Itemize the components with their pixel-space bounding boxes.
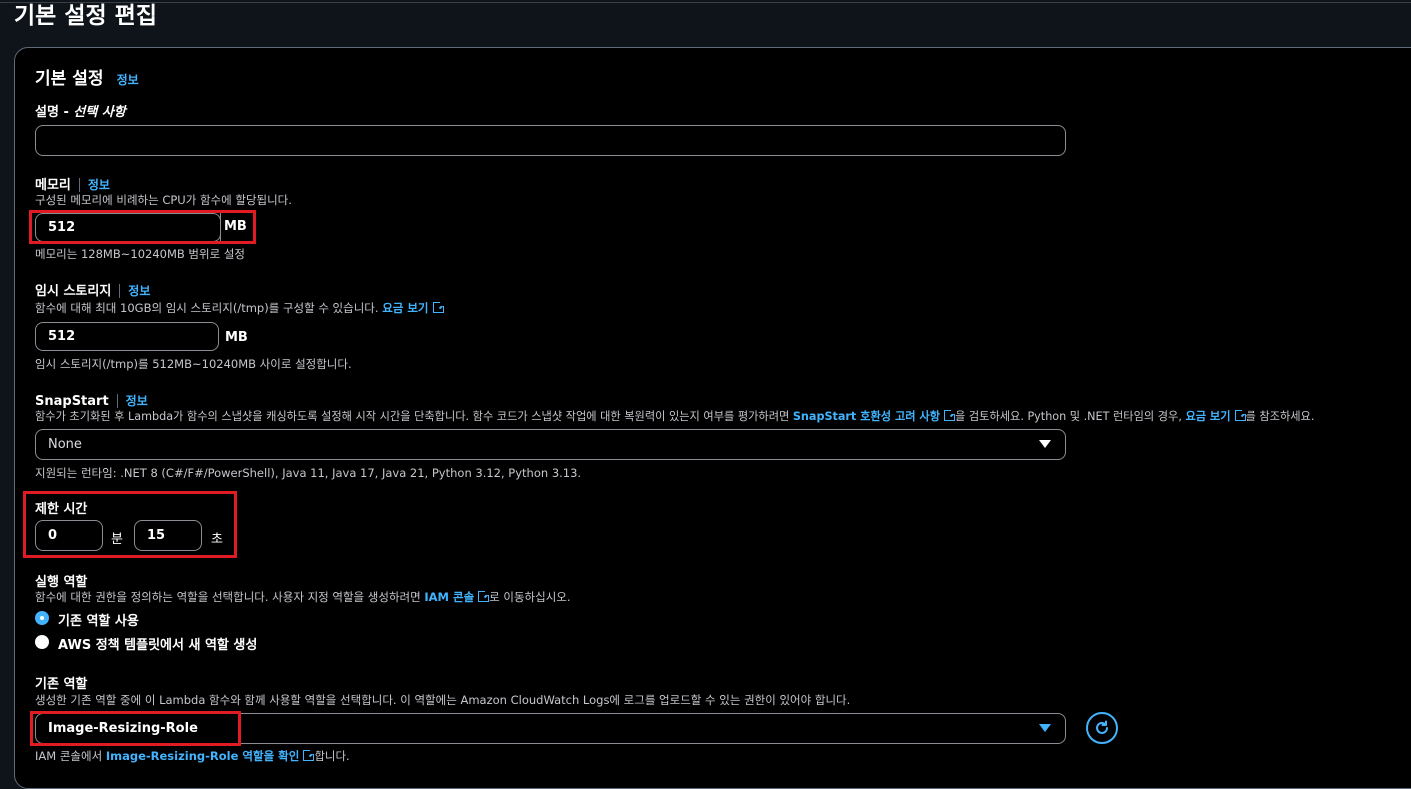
ephemeral-label: 임시 스토리지 [35, 284, 112, 299]
existing-role-hint: IAM 콘솔에서 Image-Resizing-Role 역할을 확인 합니다. [35, 748, 350, 763]
execution-role-label: 실행 역할 [35, 575, 88, 590]
external-link-icon [432, 300, 446, 313]
radio-create-from-template[interactable] [35, 635, 49, 649]
radio-create-from-template-label[interactable]: AWS 정책 템플릿에서 새 역할 생성 [58, 634, 257, 653]
external-link-icon [478, 589, 492, 602]
memory-highlight [29, 210, 256, 244]
ephemeral-description: 함수에 대해 최대 10GB의 임시 스토리지(/tmp)를 구성할 수 있습니… [35, 300, 446, 316]
radio-use-existing-role[interactable] [35, 611, 49, 625]
refresh-roles-button[interactable] [1086, 712, 1118, 744]
existing-role-label: 기존 역할 [35, 677, 88, 692]
snapstart-compat-link[interactable]: SnapStart 호환성 고려 사항 [793, 410, 940, 423]
external-link-icon [1234, 408, 1248, 421]
refresh-icon [1096, 720, 1108, 734]
snapstart-info-link[interactable]: 정보 [126, 394, 148, 408]
iam-console-link[interactable]: IAM 콘솔 [424, 590, 474, 604]
ephemeral-header: 임시 스토리지 정보 [35, 280, 150, 299]
snapstart-header: SnapStart 정보 [35, 390, 148, 409]
ephemeral-pricing-link[interactable]: 요금 보기 [382, 301, 428, 315]
memory-info-link[interactable]: 정보 [88, 178, 110, 192]
execution-role-description: 함수에 대한 권한을 정의하는 역할을 선택합니다. 사용자 지정 역할을 생성… [35, 589, 571, 604]
page-title: 기본 설정 편집 [14, 3, 157, 29]
snapstart-pricing-link[interactable]: 요금 보기 [1185, 410, 1230, 423]
section-info-link[interactable]: 정보 [117, 73, 139, 87]
external-link-icon [944, 408, 958, 421]
timeout-highlight [23, 491, 237, 558]
chevron-down-icon [1039, 724, 1051, 732]
view-role-link[interactable]: Image-Resizing-Role 역할을 확인 [106, 749, 300, 763]
external-link-icon [303, 748, 317, 761]
existing-role-highlight [30, 711, 241, 746]
snapstart-description: 함수가 초기화된 후 Lambda가 함수의 스냅샷을 캐싱하도록 설정해 시작… [35, 408, 1315, 423]
ephemeral-hint: 임시 스토리지(/tmp)를 512MB~10240MB 사이로 설정합니다. [35, 357, 352, 371]
memory-header: 메모리 정보 [35, 174, 110, 193]
snapstart-label: SnapStart [35, 394, 109, 409]
top-divider [0, 2, 1411, 3]
snapstart-select[interactable]: None [35, 429, 1066, 460]
chevron-down-icon [1039, 440, 1051, 448]
snapstart-hint: 지원되는 런타임: .NET 8 (C#/F#/PowerShell), Jav… [35, 466, 582, 480]
section-title: 기본 설정 [35, 69, 104, 89]
ephemeral-unit: MB [225, 330, 248, 345]
memory-label: 메모리 [35, 178, 71, 193]
memory-description: 구성된 메모리에 비례하는 CPU가 함수에 할당됩니다. [35, 193, 292, 207]
description-input[interactable] [35, 125, 1066, 156]
radio-use-existing-role-label[interactable]: 기존 역할 사용 [58, 610, 139, 629]
section-header: 기본 설정 정보 [35, 64, 139, 89]
ephemeral-input[interactable]: 512 [35, 322, 219, 351]
ephemeral-info-link[interactable]: 정보 [128, 284, 150, 298]
description-label: 설명 - 선택 사항 [35, 105, 126, 120]
memory-hint: 메모리는 128MB~10240MB 범위로 설정 [35, 247, 245, 261]
existing-role-description: 생성한 기존 역할 중에 이 Lambda 함수와 함께 사용할 역할을 선택합… [35, 693, 851, 707]
